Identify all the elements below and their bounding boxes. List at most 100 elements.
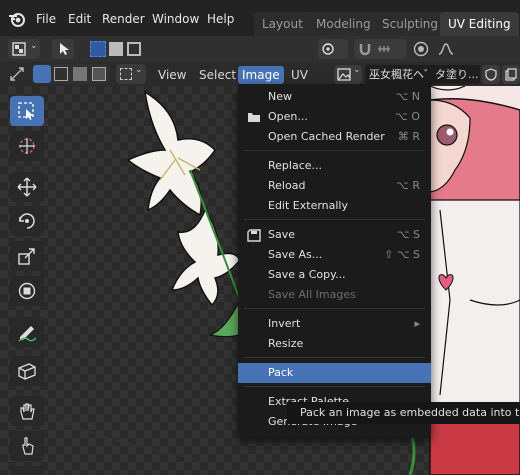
header-menu-uv[interactable]: UV (287, 66, 312, 84)
menu-item-save-as[interactable]: Save As... ⇧ ⌥ S (238, 245, 431, 265)
move-tool[interactable] (10, 172, 44, 202)
sticky-select-dropdown[interactable]: ⌄ (116, 64, 146, 84)
image-name-field[interactable]: 巫女楓花ヘ゛タ塗り... (365, 65, 480, 84)
transform-icon (18, 282, 36, 300)
transform-tool[interactable] (10, 276, 44, 306)
select-new-icon[interactable] (90, 41, 106, 57)
editor-type-button[interactable]: ⌄ (8, 39, 40, 59)
menu-item-resize[interactable]: Resize (238, 334, 431, 354)
header-menu-select[interactable]: Select (195, 66, 240, 84)
face-select-icon[interactable] (73, 67, 87, 81)
chevron-down-icon: ⌄ (353, 65, 361, 75)
pencil-icon (18, 326, 37, 342)
menu-item-label: Resize (268, 337, 304, 350)
menu-separator (244, 386, 425, 387)
menu-item-shortcut: ⌥ N (395, 90, 420, 103)
duplicate-icon (505, 68, 517, 81)
menu-item-shortcut: ⌥ R (396, 179, 420, 192)
menu-item-open[interactable]: Open... ⌥ O (238, 107, 431, 127)
menu-item-label: Edit Externally (268, 199, 349, 212)
chevron-down-icon: ⌄ (30, 41, 38, 51)
menu-item-invert[interactable]: Invert ▸ (238, 314, 431, 334)
image-editor-icon (12, 42, 26, 56)
tab-modeling[interactable]: Modeling (308, 12, 379, 36)
chevron-down-icon: ⌄ (135, 65, 143, 75)
select-extend-icon[interactable] (109, 42, 123, 56)
tab-uv-editing[interactable]: UV Editing (440, 12, 519, 36)
island-select-icon[interactable] (92, 67, 106, 81)
save-icon (247, 229, 261, 242)
image-browse-button[interactable]: ⌄ (334, 65, 362, 84)
cursor-icon (60, 43, 69, 55)
menu-item-open-cached-render[interactable]: Open Cached Render ⌘ R (238, 127, 431, 147)
tool-shelf (0, 86, 52, 475)
cursor-tool[interactable] (10, 131, 44, 161)
menu-edit[interactable]: Edit (68, 12, 91, 26)
menu-item-reload[interactable]: Reload ⌥ R (238, 176, 431, 196)
menu-item-save-a-copy[interactable]: Save a Copy... (238, 265, 431, 285)
menu-item-label: Open... (268, 110, 308, 123)
tab-layout[interactable]: Layout (254, 12, 311, 36)
submenu-arrow-icon: ▸ (414, 317, 420, 330)
tab-sculpting[interactable]: Sculpting (374, 12, 447, 36)
fake-user-button[interactable] (482, 65, 500, 84)
menu-window[interactable]: Window (152, 12, 199, 26)
menu-item-label: New (268, 90, 292, 103)
blender-logo-icon[interactable] (8, 10, 26, 28)
falloff-dropdown[interactable] (436, 39, 464, 59)
menu-file[interactable]: File (36, 12, 56, 26)
select-subtract-icon[interactable] (127, 42, 141, 56)
menu-item-label: Open Cached Render (268, 130, 385, 143)
menu-help[interactable]: Help (207, 12, 234, 26)
tool-header: ⌄ (0, 36, 520, 62)
scale-icon (18, 248, 35, 265)
menu-item-label: Save (268, 228, 296, 241)
new-image-button[interactable] (502, 65, 520, 84)
uv-sync-toggle[interactable] (6, 64, 28, 84)
shield-icon (485, 68, 497, 81)
menu-item-label: Invert (268, 317, 301, 330)
menu-render[interactable]: Render (102, 12, 145, 26)
sticky-select-icon (120, 68, 132, 80)
menu-item-label: Save As... (268, 248, 323, 261)
menu-separator (244, 150, 425, 151)
vertex-select-icon[interactable] (33, 65, 51, 83)
menu-item-edit-externally[interactable]: Edit Externally (238, 196, 431, 216)
pack-tooltip: Pack an image as embedded data into the … (287, 402, 520, 424)
falloff-curve-icon (438, 43, 454, 55)
menu-item-label: Pack (268, 366, 294, 379)
header-menu-image[interactable]: Image (238, 66, 284, 84)
hand-icon (20, 403, 35, 420)
select-tool-button[interactable] (52, 39, 74, 59)
magnet-icon (359, 44, 371, 56)
grab-tool[interactable] (10, 396, 44, 426)
select-box-tool[interactable] (10, 96, 44, 126)
select-box-icon (18, 102, 34, 120)
menu-item-replace[interactable]: Replace... (238, 156, 431, 176)
menu-item-shortcut: ⌥ S (396, 228, 420, 241)
header-menu-view[interactable]: View (154, 66, 190, 84)
edge-select-icon[interactable] (54, 67, 68, 81)
folder-icon (248, 113, 260, 122)
rotate-tool[interactable] (10, 206, 44, 236)
selection-mode-group[interactable] (88, 39, 144, 59)
annotate-tool[interactable] (10, 317, 44, 347)
rotate-icon (19, 213, 35, 229)
menu-item-save-all-images: Save All Images (238, 285, 431, 305)
menu-item-pack[interactable]: Pack (238, 363, 431, 383)
pivot-icon (322, 43, 334, 55)
scale-tool[interactable] (10, 241, 44, 271)
top-bar: File Edit Render Window Help Layout Mode… (0, 0, 520, 36)
relax-tool[interactable] (10, 466, 44, 475)
pointing-hand-icon (22, 437, 34, 455)
pinch-tool[interactable] (10, 431, 44, 461)
snapping-dropdown[interactable] (354, 39, 406, 59)
uv-select-mode-group[interactable] (32, 64, 110, 84)
uv-region-tool[interactable] (10, 356, 44, 386)
pivot-point-dropdown[interactable] (318, 39, 348, 59)
menu-item-shortcut: ⌥ O (395, 110, 420, 123)
menu-item-save[interactable]: Save ⌥ S (238, 225, 431, 245)
proportional-editing-toggle[interactable] (410, 39, 432, 59)
image-menu-dropdown: New ⌥ N Open... ⌥ O Open Cached Render ⌘… (238, 84, 431, 438)
menu-item-new[interactable]: New ⌥ N (238, 87, 431, 107)
